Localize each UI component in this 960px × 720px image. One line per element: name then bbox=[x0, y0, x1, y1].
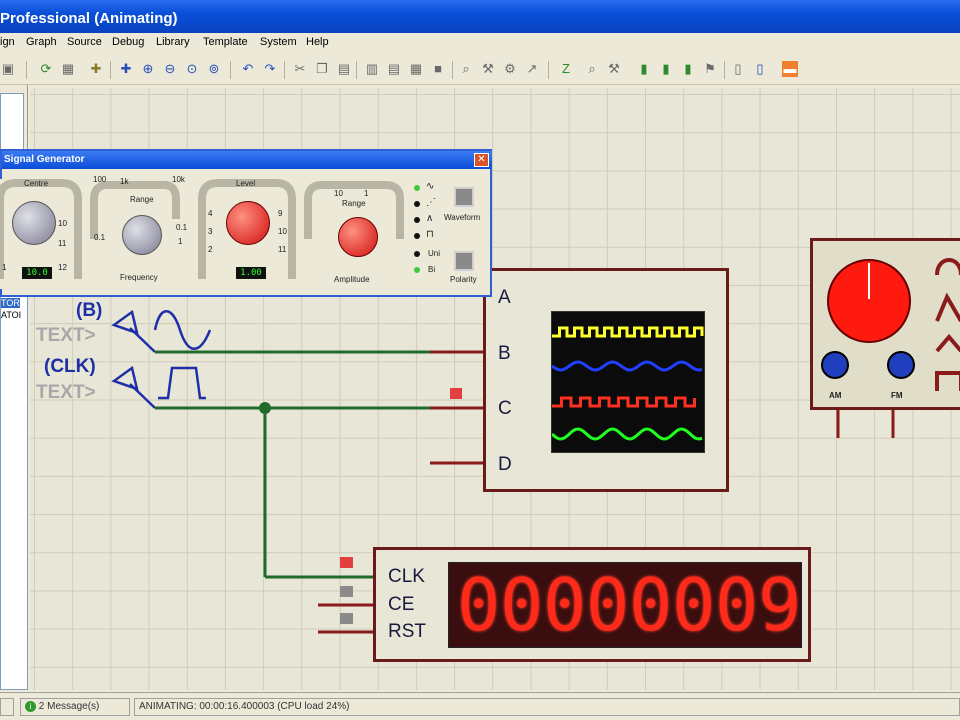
clk-state-indicator bbox=[340, 557, 353, 568]
generator-graphics bbox=[821, 258, 960, 391]
square-wave-icon: ⊓ bbox=[426, 229, 434, 240]
logic-state-indicator bbox=[450, 388, 462, 399]
uni-led bbox=[414, 251, 420, 257]
waveform-panel: ∿ ⋰ ∧ ⊓ Waveform Uni Bi Polarity bbox=[410, 179, 490, 289]
amplitude-knob[interactable] bbox=[338, 217, 378, 257]
sine-wave-icon: ∿ bbox=[426, 181, 435, 192]
level-lcd: 1.00 bbox=[236, 267, 266, 279]
status-cell bbox=[0, 698, 14, 716]
frequency-range-label: Range bbox=[130, 195, 154, 204]
centre-knob[interactable] bbox=[12, 201, 56, 245]
square-led bbox=[414, 233, 420, 239]
waveform-label: Waveform bbox=[444, 213, 481, 222]
triangle-wave-icon: ∧ bbox=[426, 213, 434, 224]
probe-clk-symbol[interactable] bbox=[111, 365, 206, 409]
info-icon: i bbox=[25, 701, 36, 712]
junction-dot[interactable] bbox=[259, 402, 271, 414]
counter-digit: 0 bbox=[715, 563, 759, 647]
probe-b-text: TEXT> bbox=[36, 325, 96, 346]
fm-label: FM bbox=[891, 391, 903, 400]
counter-pin-ce: CE bbox=[388, 594, 415, 615]
scope-channel-b: B bbox=[498, 343, 511, 364]
scope-trace-b bbox=[551, 360, 703, 372]
probe-clk-name: (CLK) bbox=[44, 356, 96, 377]
scope-trace-c bbox=[552, 396, 696, 408]
probe-clk-text: TEXT> bbox=[36, 382, 96, 403]
scope-channel-d: D bbox=[498, 454, 512, 475]
messages-count: 2 Message(s) bbox=[38, 701, 100, 712]
centre-panel: Centre 10.0 10 11 12 1 bbox=[0, 179, 84, 289]
status-bar: i 2 Message(s) ANIMATING: 00:00:16.40000… bbox=[0, 692, 960, 720]
level-knob[interactable] bbox=[226, 201, 270, 245]
sawtooth-led bbox=[414, 201, 420, 207]
bi-label: Bi bbox=[428, 265, 436, 274]
simulation-status: ANIMATING: 00:00:16.400003 (CPU load 24%… bbox=[134, 698, 960, 716]
rst-state-indicator bbox=[340, 613, 353, 624]
counter-digit: 0 bbox=[457, 563, 501, 647]
counter-display: 00000009 bbox=[448, 562, 802, 648]
scope-traces bbox=[550, 326, 704, 441]
counter-digit: 0 bbox=[629, 563, 673, 647]
level-panel: Level 1.00 4 3 2 9 10 11 bbox=[198, 179, 298, 289]
ce-state-indicator bbox=[340, 586, 353, 597]
scope-screen bbox=[550, 311, 705, 453]
amplitude-range-label: Range bbox=[342, 199, 366, 208]
close-icon[interactable]: ✕ bbox=[474, 153, 489, 167]
scope-trace-a bbox=[552, 326, 704, 338]
oscilloscope[interactable]: A B C D bbox=[483, 268, 729, 492]
counter-digit: 0 bbox=[672, 563, 716, 647]
polarity-button[interactable] bbox=[454, 251, 474, 271]
function-generator[interactable]: AM FM bbox=[810, 238, 960, 410]
signal-generator-window[interactable]: Signal Generator ✕ Centre 10.0 10 11 12 … bbox=[0, 149, 492, 297]
frequency-knob[interactable] bbox=[122, 215, 162, 255]
bi-led bbox=[414, 267, 420, 273]
counter-pin-rst: RST bbox=[388, 621, 426, 642]
counter-digit: 0 bbox=[500, 563, 544, 647]
scope-trace-d bbox=[550, 427, 703, 441]
probe-b-name: (B) bbox=[76, 300, 103, 321]
frequency-panel: 100 1k 10k Range 0.1 0.1 1 Frequency bbox=[90, 175, 194, 289]
signal-generator-title[interactable]: Signal Generator bbox=[2, 151, 492, 169]
centre-lcd: 10.0 bbox=[22, 267, 52, 279]
counter-digit: 0 bbox=[543, 563, 587, 647]
fm-knob[interactable] bbox=[887, 351, 915, 379]
counter-digit: 0 bbox=[586, 563, 630, 647]
scope-channel-c: C bbox=[498, 398, 512, 419]
amplitude-panel: 10 1 Range Amplitude bbox=[304, 179, 408, 289]
frequency-label: Frequency bbox=[120, 273, 158, 282]
level-label: Level bbox=[236, 179, 256, 188]
amplitude-label: Amplitude bbox=[334, 275, 370, 284]
scope-channel-a: A bbox=[498, 287, 511, 308]
am-label: AM bbox=[829, 391, 842, 400]
centre-label: Centre bbox=[24, 179, 49, 188]
messages-indicator[interactable]: i 2 Message(s) bbox=[20, 698, 130, 716]
sine-led bbox=[414, 185, 420, 191]
uni-label: Uni bbox=[428, 249, 441, 258]
counter-pin-clk: CLK bbox=[388, 566, 425, 587]
polarity-label: Polarity bbox=[450, 275, 477, 284]
am-knob[interactable] bbox=[821, 351, 849, 379]
counter-timer[interactable]: CLK CE RST 00000009 bbox=[373, 547, 811, 662]
waveform-button[interactable] bbox=[454, 187, 474, 207]
probe-b-symbol[interactable] bbox=[111, 309, 212, 353]
sawtooth-wave-icon: ⋰ bbox=[426, 197, 436, 208]
triangle-led bbox=[414, 217, 420, 223]
counter-digit: 9 bbox=[758, 563, 802, 647]
